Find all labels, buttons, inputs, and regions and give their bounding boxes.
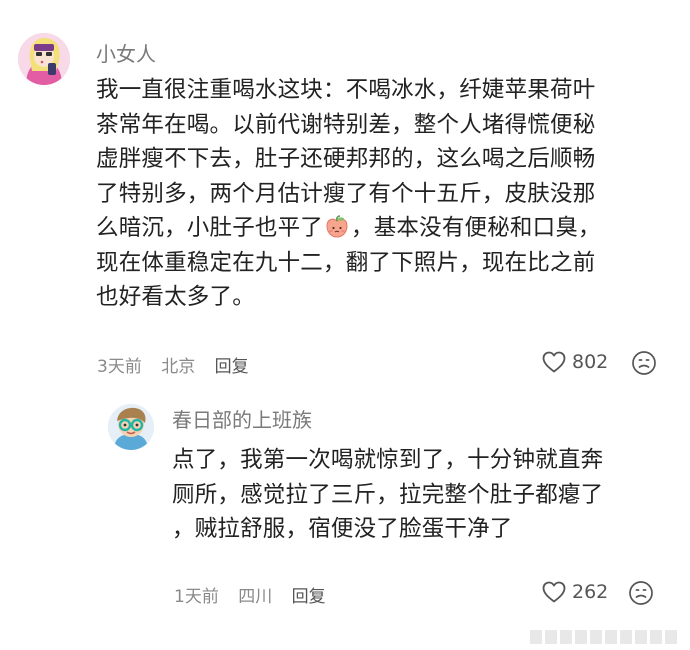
comment-line: 么暗沉，小肚子也平了 ，基本没有便秘和口臭， xyxy=(96,211,601,246)
comment-line: 现在体重稳定在九十二，翻了下照片，现在比之前 xyxy=(96,249,596,276)
reply-text: 点了，我第一次喝就惊到了，十分钟就直奔 厕所，感觉拉了三斤，拉完整个肚子都瘪了 … xyxy=(172,443,603,547)
user-avatar[interactable] xyxy=(108,404,154,450)
reply-meta: 1天前 四川 回复 xyxy=(174,582,340,607)
frown-face-icon[interactable] xyxy=(631,350,657,376)
reply-line: 点了，我第一次喝就惊到了，十分钟就直奔 xyxy=(172,447,604,473)
comment-line: 虚胖瘦不下去，肚子还硬邦邦的，这么喝之后顺畅 xyxy=(96,146,596,172)
comment-text: 我一直很注重喝水这块：不喝冰水，纤婕苹果荷叶 茶常年在喝。以前代谢特别差，整个人… xyxy=(96,73,601,315)
watermark xyxy=(530,630,680,644)
reply-location: 四川 xyxy=(238,587,273,607)
reply-button[interactable]: 回复 xyxy=(292,587,326,607)
comment-line-part: ，基本没有便秘和口臭， xyxy=(351,215,601,241)
heart-outline-icon xyxy=(542,351,566,373)
reply-line: 厕所，感觉拉了三斤，拉完整个肚子都瘪了 xyxy=(172,481,604,508)
comment-meta: 3天前 北京 回复 xyxy=(97,352,263,377)
comment-line: 也好看太多了。 xyxy=(96,284,255,310)
heart-outline-icon xyxy=(542,581,566,603)
comment-username[interactable]: 小女人 xyxy=(96,38,156,67)
cartoon-avatar-icon xyxy=(108,404,154,450)
peach-emoji-icon xyxy=(326,215,348,238)
like-count: 262 xyxy=(572,581,609,603)
user-avatar[interactable] xyxy=(18,33,70,85)
like-count: 802 xyxy=(572,351,609,373)
reply-button[interactable]: 回复 xyxy=(215,357,249,377)
comment-line: 我一直很注重喝水这块：不喝冰水，纤婕苹果荷叶 xyxy=(96,77,596,103)
comment-line: 了特别多，两个月估计瘦了有个十五斤，皮肤没那 xyxy=(96,180,596,207)
reply-time: 1天前 xyxy=(174,587,219,607)
comment-line: 茶常年在喝。以前代谢特别差，整个人堵得慌便秘 xyxy=(96,111,596,138)
reply-username[interactable]: 春日部的上班族 xyxy=(172,404,312,433)
reply-line: ，贼拉舒服，宿便没了脸蛋干净了 xyxy=(172,516,513,542)
like-button[interactable]: 802 xyxy=(541,350,608,374)
frown-face-icon[interactable] xyxy=(628,580,654,606)
girl-avatar-icon xyxy=(18,33,70,85)
comment-location: 北京 xyxy=(161,357,196,377)
comment-time: 3天前 xyxy=(97,357,142,377)
like-button[interactable]: 262 xyxy=(541,580,608,604)
comment-line-part: 么暗沉，小肚子也平了 xyxy=(96,215,324,241)
